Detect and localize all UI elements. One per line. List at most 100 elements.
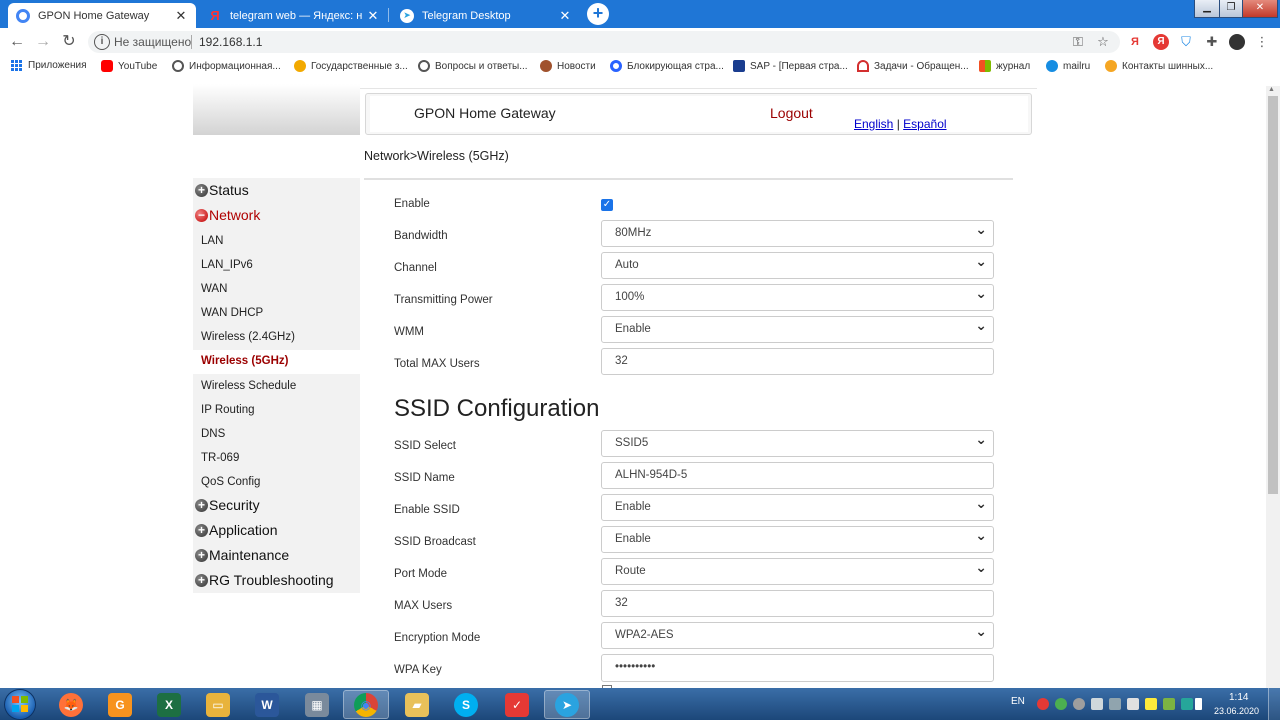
tray-flag-icon[interactable] (1145, 698, 1157, 710)
yandex-icon[interactable]: Я (1153, 34, 1169, 50)
forward-button[interactable]: → (33, 32, 53, 52)
transmitting-power-select[interactable]: 100% (601, 281, 994, 311)
sidebar-menu-security[interactable]: + Security (195, 497, 260, 513)
tray-app-icon[interactable] (1163, 698, 1175, 710)
bookmark-sap[interactable]: SAP - [Первая стра... (733, 60, 848, 72)
show-desktop-button[interactable] (1268, 688, 1280, 720)
logout-link[interactable]: Logout (770, 105, 813, 121)
avatar[interactable] (1229, 34, 1245, 50)
tab-yandex[interactable]: Я telegram web — Яндекс: нашлось ✕ (200, 3, 388, 28)
bookmark-label: Блокирующая стра... (627, 60, 724, 72)
taskbar-firefox[interactable]: 🦊 (48, 690, 94, 719)
bookmark-info[interactable]: Информационная... (172, 60, 281, 72)
tab-gpon-home-gateway[interactable]: GPON Home Gateway ✕ (8, 3, 196, 28)
tray-sync-icon[interactable] (1073, 698, 1085, 710)
bookmark-youtube[interactable]: YouTube (101, 60, 157, 72)
sidebar-item-dns[interactable]: DNS (201, 428, 225, 440)
close-icon[interactable]: ✕ (174, 8, 188, 24)
sidebar-menu-application[interactable]: + Application (195, 522, 278, 538)
info-icon[interactable]: i (94, 34, 110, 50)
sidebar-menu-maintenance[interactable]: + Maintenance (195, 547, 289, 563)
tray-notes-icon[interactable] (1181, 698, 1193, 710)
sidebar-item-tr069[interactable]: TR-069 (201, 452, 239, 464)
reload-button[interactable]: ↻ (59, 32, 79, 52)
bookmark-tasks[interactable]: Задачи - Обращен... (857, 60, 969, 72)
sidebar-item-wireless-5[interactable]: Wireless (5GHz) (201, 355, 288, 367)
lang-spanish-link[interactable]: Español (903, 117, 946, 131)
enable-checkbox[interactable]: ✓ (601, 199, 613, 211)
bookmark-qa[interactable]: Вопросы и ответы... (418, 60, 528, 72)
maximize-button[interactable]: ❐ (1219, 0, 1243, 18)
key-icon[interactable]: ⚿ (1070, 34, 1086, 50)
ssid-broadcast-select[interactable]: Enable (601, 523, 994, 553)
taskbar-word[interactable]: W (244, 690, 290, 719)
bookmark-news[interactable]: Новости (540, 60, 596, 72)
taskbar-calculator[interactable]: ▦ (294, 690, 340, 719)
close-icon[interactable]: ✕ (558, 8, 572, 24)
bookmark-block[interactable]: Блокирующая стра... (610, 60, 724, 72)
sidebar-item-lan-ipv6[interactable]: LAN_IPv6 (201, 259, 253, 271)
bookmark-mailru[interactable]: mailru (1046, 60, 1090, 72)
sidebar-item-wan[interactable]: WAN (201, 283, 227, 295)
taskbar-excel[interactable]: X (146, 690, 192, 719)
bandwidth-select[interactable]: 80MHz (601, 217, 994, 247)
sidebar-item-wireless-24[interactable]: Wireless (2.4GHz) (201, 331, 295, 343)
sidebar-item-wan-dhcp[interactable]: WAN DHCP (201, 307, 263, 319)
tray-volume-icon[interactable] (1127, 698, 1139, 710)
port-mode-select[interactable]: Route (601, 555, 994, 585)
tray-antivirus-icon[interactable] (1037, 698, 1049, 710)
menu-icon[interactable]: ⋮ (1254, 34, 1270, 50)
sidebar-item-wireless-schedule[interactable]: Wireless Schedule (201, 380, 296, 392)
enable-ssid-select[interactable]: Enable (601, 491, 994, 521)
sidebar-menu-status[interactable]: + Status (195, 182, 249, 198)
taskbar-explorer[interactable]: ▭ (195, 690, 241, 719)
tray-chat-icon[interactable] (1055, 698, 1067, 710)
tray-battery-icon[interactable] (1195, 698, 1202, 710)
bookmark-apps[interactable]: Приложения (11, 60, 87, 71)
taskbar-pdf[interactable]: G (97, 690, 143, 719)
sidebar-menu-rg-troubleshooting[interactable]: + RG Troubleshooting (195, 572, 334, 588)
star-icon[interactable]: ☆ (1095, 34, 1111, 50)
scrollbar-thumb[interactable] (1268, 96, 1278, 494)
yandex-icon[interactable]: Я (1127, 34, 1143, 50)
security-status[interactable]: Не защищено (114, 35, 191, 49)
sidebar-item-qos-config[interactable]: QoS Config (201, 476, 260, 488)
sidebar-item-lan[interactable]: LAN (201, 235, 223, 247)
new-tab-button[interactable]: + (587, 3, 609, 25)
tray-language[interactable]: EN (1011, 696, 1025, 707)
ssid-select[interactable]: SSID5 (601, 427, 994, 457)
clock-date[interactable]: 23.06.2020 (1214, 706, 1259, 716)
scroll-up-arrow-icon[interactable]: ▲ (1268, 86, 1275, 93)
tray-window-icon[interactable] (1109, 698, 1121, 710)
channel-select[interactable]: Auto (601, 249, 994, 279)
minimize-button[interactable]: ▁ (1194, 0, 1220, 18)
taskbar-skype[interactable]: S (443, 690, 489, 719)
puzzle-icon[interactable]: ✚ (1204, 34, 1220, 50)
word-icon: W (255, 692, 279, 717)
max-users-input[interactable]: 32 (601, 590, 994, 617)
url-text[interactable]: 192.168.1.1 (199, 35, 262, 49)
bookmark-label: Государственные з... (311, 60, 408, 72)
sidebar-item-ip-routing[interactable]: IP Routing (201, 404, 255, 416)
lang-english-link[interactable]: English (854, 117, 893, 131)
ssid-name-input[interactable]: ALHN-954D-5 (601, 462, 994, 489)
bookmark-gov[interactable]: Государственные з... (294, 60, 408, 72)
taskbar-folder[interactable]: ▰ (394, 690, 440, 719)
bookmark-tyres[interactable]: Контакты шинных... (1105, 60, 1213, 72)
tab-telegram-desktop[interactable]: ➤ Telegram Desktop ✕ (392, 3, 580, 28)
taskbar-chrome[interactable]: ◉ (343, 690, 389, 719)
taskbar-antivirus[interactable]: ✓ (494, 690, 540, 719)
total-max-users-input[interactable]: 32 (601, 348, 994, 375)
encryption-mode-select[interactable]: WPA2-AES (601, 619, 994, 649)
bookmark-journal[interactable]: журнал (979, 60, 1030, 72)
wmm-select[interactable]: Enable (601, 313, 994, 343)
shield-icon[interactable]: ⛉ (1178, 34, 1194, 50)
tray-network-icon[interactable] (1091, 698, 1103, 710)
window-close-button[interactable]: ✕ (1242, 0, 1278, 18)
wpa-key-input[interactable]: •••••••••• (601, 654, 994, 682)
close-icon[interactable]: ✕ (366, 8, 380, 24)
back-button[interactable]: ← (7, 32, 27, 52)
clock-time[interactable]: 1:14 (1229, 692, 1248, 703)
taskbar-telegram[interactable]: ➤ (544, 690, 590, 719)
sidebar-menu-network[interactable]: − Network (195, 207, 260, 223)
